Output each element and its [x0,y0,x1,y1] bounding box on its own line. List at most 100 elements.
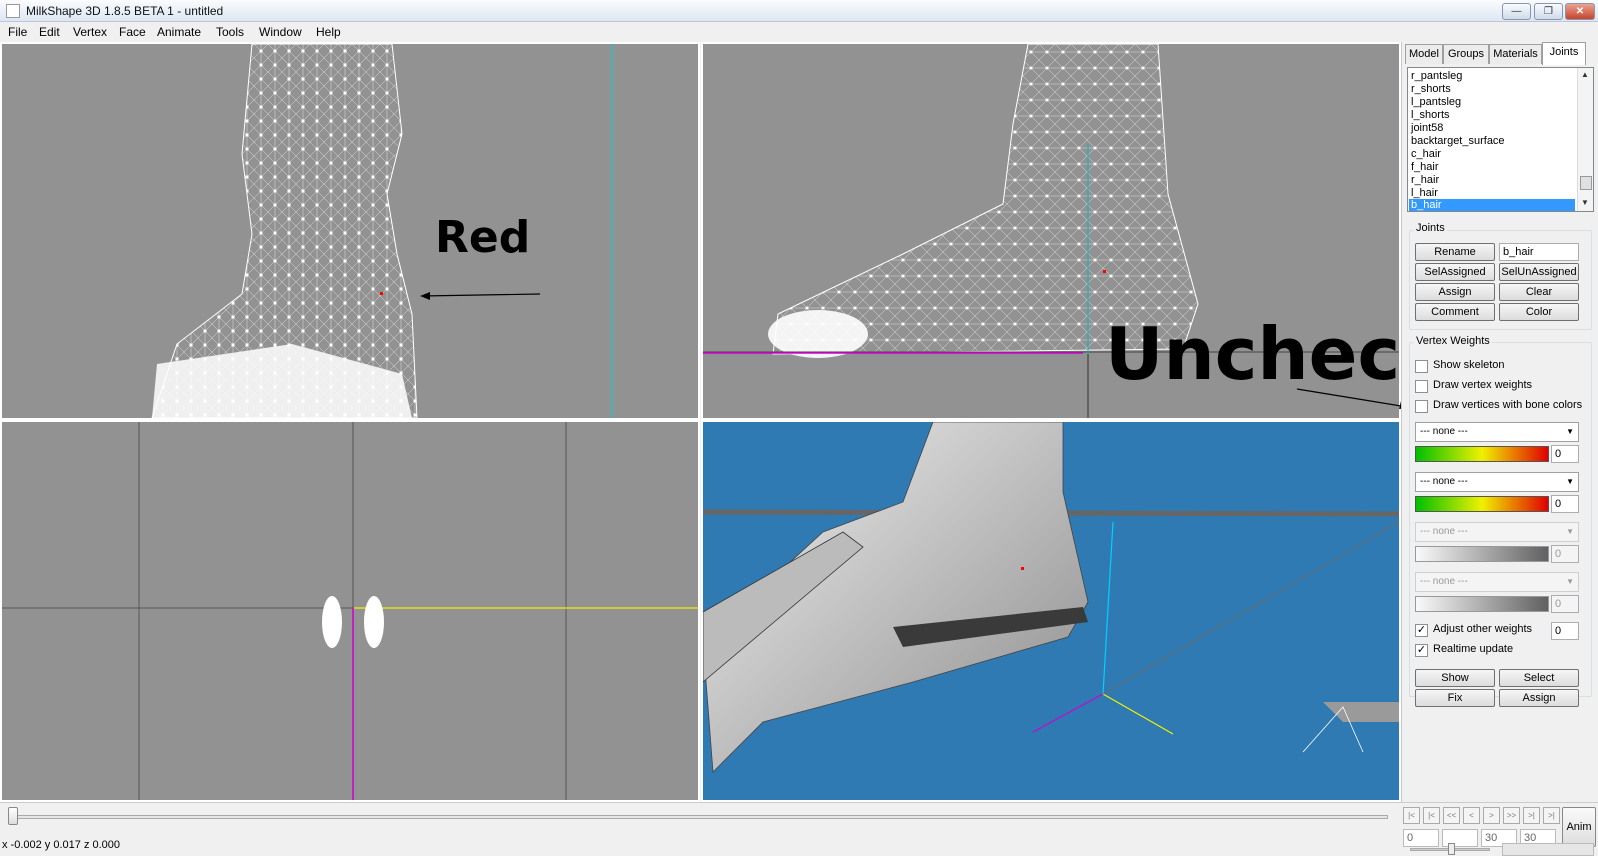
rename-button[interactable]: Rename [1415,243,1495,261]
show-button[interactable]: Show [1415,669,1495,687]
chevron-down-icon: ▼ [1566,427,1574,436]
next-key-button[interactable]: >| [1523,807,1540,824]
viewport-top[interactable] [0,420,700,802]
list-scrollbar[interactable]: ▲ ▼ [1577,68,1593,211]
weight-value-2[interactable]: 0 [1551,495,1579,513]
bone-select-4-value: --- none --- [1420,576,1468,587]
tab-materials[interactable]: Materials [1489,44,1542,64]
scroll-thumb[interactable] [1580,176,1592,190]
adjust-other-weights-checkbox[interactable]: ✓ [1415,624,1428,637]
minimize-button[interactable]: — [1502,3,1531,20]
realtime-update-checkbox[interactable]: ✓ [1415,644,1428,657]
timeline-thumb[interactable] [8,807,18,825]
annotation-red: Red [435,212,531,263]
window-title: MilkShape 3D 1.8.5 BETA 1 - untitled [26,4,224,18]
bone-select-3[interactable]: --- none --- ▼ [1415,522,1579,542]
menu-window[interactable]: Window [259,25,302,39]
list-item[interactable]: joint58 [1411,122,1443,135]
timeline-bar: |< |< << < > >> >| >| 0 30 30 Anim [0,802,1598,856]
weight-value-3[interactable]: 0 [1551,545,1579,563]
list-item[interactable]: l_shorts [1411,109,1450,122]
front-view-mesh [151,44,613,418]
adjust-value-field[interactable]: 0 [1551,622,1579,640]
forward-button[interactable]: >> [1503,807,1520,824]
list-item[interactable]: f_hair [1411,161,1439,174]
joints-panel: Model Groups Materials Joints r_pantsleg… [1401,42,1598,802]
menu-edit[interactable]: Edit [39,25,60,39]
joint-name-field[interactable]: b_hair [1499,243,1579,261]
annotation-arrow [1296,388,1410,409]
next-frame-button[interactable]: > [1483,807,1500,824]
menu-help[interactable]: Help [316,25,341,39]
clear-button[interactable]: Clear [1499,283,1579,301]
adjust-other-weights-label: Adjust other weights [1433,623,1533,635]
weight-value-1[interactable]: 0 [1551,445,1579,463]
status-coordinates: x -0.002 y 0.017 z 0.000 [2,839,121,851]
list-item[interactable]: backtarget_surface [1411,135,1505,148]
weight-slider-4[interactable] [1415,596,1549,612]
top-view-grid [2,422,698,800]
scroll-up-icon[interactable]: ▲ [1581,70,1589,79]
first-frame-button[interactable]: |< [1403,807,1420,824]
list-item[interactable]: r_hair [1411,174,1439,187]
selunassigned-button[interactable]: SelUnAssigned [1499,263,1579,281]
list-item[interactable]: r_pantsleg [1411,70,1462,83]
annotation-uncheck: Uncheck [1105,312,1449,396]
joints-list[interactable]: r_pantsleg r_shorts l_pantsleg l_shorts … [1407,67,1594,212]
comment-button[interactable]: Comment [1415,303,1495,321]
timeline-track[interactable] [10,815,1388,819]
weight-value-4[interactable]: 0 [1551,595,1579,613]
bone-select-2-value: --- none --- [1420,476,1468,487]
close-button[interactable]: ✕ [1565,3,1595,20]
bone-select-3-value: --- none --- [1420,526,1468,537]
assign-weights-button[interactable]: Assign [1499,689,1579,707]
list-item[interactable]: r_shorts [1411,83,1451,96]
list-item[interactable]: l_pantsleg [1411,96,1461,109]
weight-slider-1[interactable] [1415,446,1549,462]
weight-slider-2[interactable] [1415,496,1549,512]
draw-bone-colors-label: Draw vertices with bone colors [1433,399,1583,411]
weight-slider-3[interactable] [1415,546,1549,562]
prev-frame-button[interactable]: < [1463,807,1480,824]
tab-groups[interactable]: Groups [1443,44,1489,64]
joints-group-label: Joints [1414,222,1447,234]
list-item-selected[interactable]: b_hair [1409,199,1575,211]
fix-button[interactable]: Fix [1415,689,1495,707]
menu-animate[interactable]: Animate [157,25,201,39]
realtime-update-label: Realtime update [1433,643,1514,655]
tab-joints[interactable]: Joints [1542,42,1586,65]
last-frame-button[interactable]: >| [1543,807,1560,824]
3d-view-shaded [703,422,1399,773]
list-item[interactable]: c_hair [1411,148,1441,161]
menu-face[interactable]: Face [119,25,146,39]
tab-model[interactable]: Model [1405,44,1443,64]
selassigned-button[interactable]: SelAssigned [1415,263,1495,281]
bone-select-2[interactable]: --- none --- ▼ [1415,472,1579,492]
show-skeleton-checkbox[interactable] [1415,360,1428,373]
prev-key-button[interactable]: |< [1423,807,1440,824]
zoom-slider-thumb[interactable] [1448,843,1455,855]
draw-vertex-weights-label: Draw vertex weights [1433,379,1533,391]
assign-button[interactable]: Assign [1415,283,1495,301]
menu-vertex[interactable]: Vertex [73,25,107,39]
color-button[interactable]: Color [1499,303,1579,321]
anim-button[interactable]: Anim [1562,807,1596,847]
maximize-button[interactable]: ❐ [1534,3,1563,20]
menu-tools[interactable]: Tools [216,25,244,39]
menu-file[interactable]: File [8,25,27,39]
rewind-button[interactable]: << [1443,807,1460,824]
viewport-front[interactable] [0,42,700,420]
scroll-down-icon[interactable]: ▼ [1581,198,1589,207]
chevron-down-icon: ▼ [1566,477,1574,486]
select-button[interactable]: Select [1499,669,1579,687]
start-frame-field[interactable]: 0 [1403,829,1439,847]
draw-vertex-weights-checkbox[interactable] [1415,380,1428,393]
bone-select-4[interactable]: --- none --- ▼ [1415,572,1579,592]
bone-select-1[interactable]: --- none --- ▼ [1415,422,1579,442]
menu-bar: File Edit Vertex Face Animate Tools Wind… [0,22,1598,42]
chevron-down-icon: ▼ [1566,527,1574,536]
status-panel [1502,843,1594,856]
viewport-3d[interactable] [701,420,1401,802]
draw-bone-colors-checkbox[interactable] [1415,400,1428,413]
app-icon [6,4,20,18]
